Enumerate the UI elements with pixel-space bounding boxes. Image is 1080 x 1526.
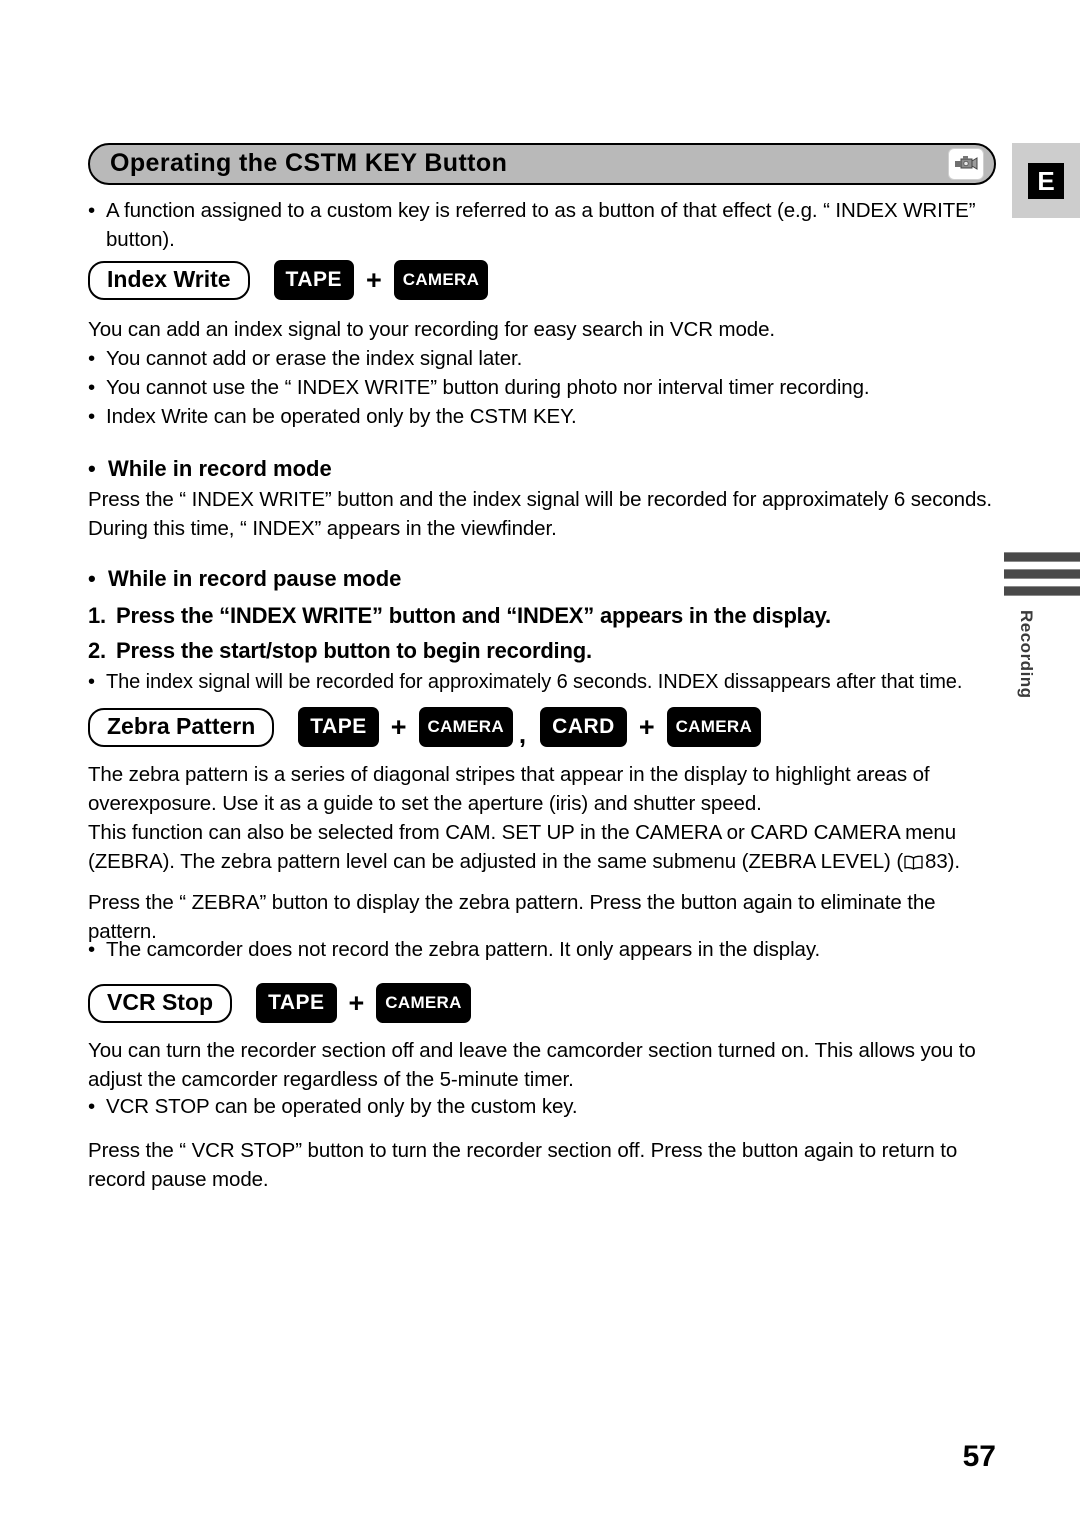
page-title: Operating the CSTM KEY Button [110, 149, 508, 178]
bullet-dot: • [88, 671, 95, 693]
camcorder-icon [948, 148, 984, 180]
mode-badge-camera: CAMERA [376, 983, 471, 1023]
record-mode-body: Press the “ INDEX WRITE” button and the … [88, 488, 993, 540]
vcr-stop-paragraph-2: Press the “ VCR STOP” button to turn the… [88, 1139, 958, 1191]
bullet-text: Index Write can be operated only by the … [106, 405, 577, 428]
bullet-text: VCR STOP can be operated only by the cus… [106, 1095, 578, 1118]
mode-badge-card: CARD [540, 707, 627, 747]
index-write-intro: You can add an index signal to your reco… [88, 318, 775, 341]
zebra-reference-page: 83 [925, 850, 948, 873]
mode-badge-tape: TAPE [298, 707, 379, 747]
side-tab-bars [1004, 552, 1080, 596]
bullet-dot: • [88, 347, 96, 370]
function-row-zebra-pattern: Zebra Pattern TAPE + CAMERA , CARD + CAM… [88, 707, 762, 749]
book-reference-icon [904, 849, 923, 878]
vcr-stop-bullet-1: • VCR STOP can be operated only by the c… [88, 1092, 996, 1121]
plus-symbol: + [366, 264, 382, 295]
page-number: 57 [962, 1440, 996, 1473]
side-tab-bar [1004, 552, 1080, 562]
subheading-record-mode: • While in record mode [88, 455, 332, 483]
function-pill-vcr-stop: VCR Stop [88, 983, 233, 1023]
index-write-bullet-1: • You cannot add or erase the index sign… [88, 344, 988, 373]
step-text: Press the “INDEX WRITE” button and “INDE… [116, 603, 831, 628]
side-tab-label: Recording [1017, 610, 1036, 699]
step-number: 2. [88, 638, 106, 663]
side-tab-bar [1004, 586, 1080, 596]
zebra-paragraph-2: This function can also be selected from … [88, 818, 996, 878]
bullet-dot: • [88, 456, 96, 481]
bullet-text: The camcorder does not record the zebra … [106, 938, 821, 961]
bullet-text: The index signal will be recorded for ap… [106, 671, 963, 693]
plus-symbol: + [638, 711, 655, 742]
bullet-dot: • [88, 376, 96, 399]
subheading-text: While in record mode [108, 456, 332, 481]
step-2: 2. Press the start/stop button to begin … [88, 636, 988, 666]
subheading-text: While in record pause mode [108, 566, 402, 591]
language-badge: E [1028, 162, 1064, 199]
index-write-bullet-2: • You cannot use the “ INDEX WRITE” butt… [88, 373, 988, 402]
function-row-vcr-stop: VCR Stop TAPE + CAMERA [88, 983, 471, 1023]
plus-symbol: + [348, 987, 365, 1018]
plus-symbol: + [390, 711, 407, 742]
mode-badge-tape: TAPE [273, 260, 354, 300]
language-tab: E [1012, 143, 1080, 218]
index-write-bullet-3: • Index Write can be operated only by th… [88, 402, 988, 431]
function-pill-index-write: Index Write [88, 260, 250, 300]
manual-page: Operating the CSTM KEY Button E Recordin… [0, 0, 1080, 1526]
intro-text: A function assigned to a custom key is r… [106, 199, 976, 251]
bullet-dot: • [88, 405, 96, 428]
zebra-paragraph-1: The zebra pattern is a series of diagona… [88, 763, 930, 815]
bullet-dot: • [88, 566, 96, 591]
zebra-paragraph-2-a: This function can also be selected from … [88, 821, 957, 873]
step-number: 1. [88, 603, 106, 628]
mode-badge-tape: TAPE [256, 983, 337, 1023]
bullet-text: You cannot use the “ INDEX WRITE” button… [106, 376, 870, 399]
mode-badge-camera: CAMERA [666, 707, 762, 747]
bullet-dot: • [88, 1095, 96, 1118]
side-tab-recording: Recording [1004, 552, 1080, 699]
zebra-paragraph-2-b: ). [947, 850, 960, 873]
bullet-text: You cannot add or erase the index signal… [106, 347, 523, 370]
zebra-bullet-1: • The camcorder does not record the zebr… [88, 935, 996, 964]
subheading-record-pause-mode: • While in record pause mode [88, 565, 401, 593]
function-row-index-write: Index Write TAPE + CAMERA [88, 260, 489, 300]
comma-separator: , [518, 719, 527, 749]
step-1: 1. Press the “INDEX WRITE” button and “I… [88, 601, 988, 631]
section-header: Operating the CSTM KEY Button [88, 143, 996, 185]
function-pill-zebra-pattern: Zebra Pattern [88, 707, 275, 747]
side-tab-bar [1004, 569, 1080, 579]
mode-badge-camera: CAMERA [418, 707, 513, 747]
vcr-stop-paragraph-1: You can turn the recorder section off an… [88, 1039, 976, 1091]
step-text: Press the start/stop button to begin rec… [116, 638, 592, 663]
step-note-bullet: • The index signal will be recorded for … [88, 668, 996, 697]
mode-badge-camera: CAMERA [393, 260, 489, 300]
bullet-dot: • [88, 938, 96, 961]
intro-bullet: • A function assigned to a custom key is… [88, 196, 988, 254]
bullet-dot: • [88, 199, 96, 222]
